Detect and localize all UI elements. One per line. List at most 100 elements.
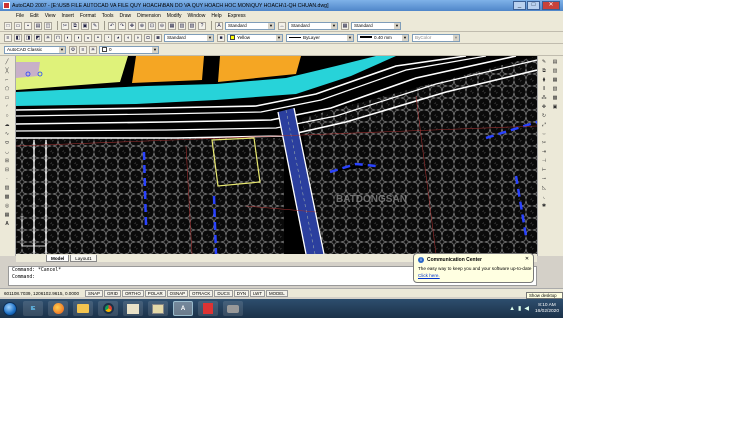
- menu-modify[interactable]: Modify: [167, 13, 182, 19]
- workspace-select[interactable]: AutoCAD Classic ▼: [4, 45, 66, 54]
- taskbar-foxit[interactable]: [198, 301, 218, 316]
- layer-freeze-icon[interactable]: ☀: [44, 33, 52, 42]
- ellipse-tool-icon[interactable]: ⬭: [3, 139, 11, 147]
- layer-vp-icon[interactable]: ◙: [154, 33, 162, 42]
- new-icon[interactable]: □: [4, 21, 12, 30]
- lineweight-select[interactable]: 0.40 mm ▼: [357, 33, 409, 42]
- stretch-tool-icon[interactable]: ⇔: [540, 130, 548, 138]
- properties-icon[interactable]: ▦: [168, 21, 176, 30]
- layer-sun-icon[interactable]: ☀: [89, 45, 97, 54]
- dim-style-select[interactable]: Standard ▼: [288, 21, 338, 30]
- plotstyle-select[interactable]: ByColor ▼: [412, 33, 460, 42]
- minimize-button[interactable]: _: [513, 1, 526, 10]
- make-block-icon[interactable]: ⊟: [3, 166, 11, 174]
- polar-toggle[interactable]: POLAR: [144, 289, 166, 297]
- menu-window[interactable]: Window: [188, 13, 206, 19]
- inquiry-icon[interactable]: ▣: [551, 103, 559, 111]
- point-tool-icon[interactable]: ·: [3, 175, 11, 183]
- workspace-settings-icon[interactable]: ⚙: [69, 45, 77, 54]
- layer-manager-icon[interactable]: ≡: [4, 33, 12, 42]
- lwt-toggle[interactable]: LWT: [250, 289, 266, 297]
- circle-tool-icon[interactable]: ○: [3, 112, 11, 120]
- dist-icon[interactable]: ▤: [551, 58, 559, 66]
- layer-lock-icon[interactable]: ⊓: [54, 33, 62, 42]
- rectangle-tool-icon[interactable]: ▭: [3, 94, 11, 102]
- menu-tools[interactable]: Tools: [102, 13, 114, 19]
- clock[interactable]: 8:10 AM 16/02/2020: [535, 303, 559, 315]
- area-icon[interactable]: ▥: [551, 67, 559, 75]
- tab-layout1[interactable]: Layout1: [70, 254, 97, 262]
- color-control-icon[interactable]: ■: [217, 33, 225, 42]
- menu-dimension[interactable]: Dimension: [137, 13, 161, 19]
- start-button[interactable]: [3, 301, 17, 316]
- copy-tool-icon[interactable]: ⧉: [540, 67, 548, 75]
- line-tool-icon[interactable]: ╱: [3, 58, 11, 66]
- open-icon[interactable]: ▭: [14, 21, 22, 30]
- polygon-tool-icon[interactable]: ⬠: [3, 85, 11, 93]
- taskbar-photos[interactable]: [148, 301, 168, 316]
- join-tool-icon[interactable]: ⊸: [540, 175, 548, 183]
- region-tool-icon[interactable]: ◎: [3, 202, 11, 210]
- list-icon[interactable]: ▦: [551, 76, 559, 84]
- text-style-icon[interactable]: A: [215, 21, 223, 30]
- close-button[interactable]: ✕: [542, 1, 560, 10]
- taskbar-ie[interactable]: IE: [23, 301, 43, 316]
- trim-tool-icon[interactable]: ✂: [540, 139, 548, 147]
- layer-match-icon[interactable]: ◒: [84, 33, 92, 42]
- maximize-button[interactable]: □: [527, 1, 540, 10]
- ortho-toggle[interactable]: ORTHO: [121, 289, 144, 297]
- ellipse-arc-icon[interactable]: ◡: [3, 148, 11, 156]
- layer-delete-icon[interactable]: ◕: [114, 33, 122, 42]
- extend-tool-icon[interactable]: ⇥: [540, 148, 548, 156]
- menu-edit[interactable]: Edit: [30, 13, 39, 19]
- array-tool-icon[interactable]: ⁂: [540, 94, 548, 102]
- menu-draw[interactable]: Draw: [119, 13, 131, 19]
- tab-model[interactable]: Model: [46, 254, 70, 262]
- color-select[interactable]: Yellow ▼: [227, 33, 283, 42]
- balloon-close-icon[interactable]: ✕: [524, 256, 530, 262]
- arc-tool-icon[interactable]: ◜: [3, 103, 11, 111]
- chamfer-tool-icon[interactable]: ◺: [540, 184, 548, 192]
- layer-merge-icon[interactable]: ◔: [104, 33, 112, 42]
- layer-select[interactable]: 0 ▼: [99, 45, 159, 54]
- id-point-icon[interactable]: ▧: [551, 85, 559, 93]
- volume-icon[interactable]: ◀: [524, 305, 529, 312]
- zoom-window-icon[interactable]: ⊡: [148, 21, 156, 30]
- taskbar-firefox[interactable]: [48, 301, 68, 316]
- break-point-icon[interactable]: ⊣: [540, 157, 548, 165]
- style-select[interactable]: Standard ▼: [164, 33, 214, 42]
- autocad-app-icon[interactable]: [3, 2, 10, 9]
- otrack-toggle[interactable]: OTRACK: [189, 289, 214, 297]
- undo-icon[interactable]: ↶: [108, 21, 116, 30]
- layer-change-icon[interactable]: ◗: [134, 33, 142, 42]
- layer-translate-icon[interactable]: ◘: [144, 33, 152, 42]
- linetype-select[interactable]: ByLayer ▼: [286, 33, 354, 42]
- match-properties-icon[interactable]: ✎: [91, 21, 99, 30]
- erase-tool-icon[interactable]: ✎: [540, 58, 548, 66]
- taskbar-drive[interactable]: [223, 301, 243, 316]
- ducs-toggle[interactable]: DUCS: [214, 289, 233, 297]
- fillet-tool-icon[interactable]: ◟: [540, 193, 548, 201]
- pan-icon[interactable]: ✥: [128, 21, 136, 30]
- taskbar-autocad[interactable]: A: [173, 301, 193, 316]
- menu-insert[interactable]: Insert: [61, 13, 74, 19]
- layer-state-icon[interactable]: ◩: [34, 33, 42, 42]
- construction-line-icon[interactable]: ╳: [3, 67, 11, 75]
- mirror-tool-icon[interactable]: ⧫: [540, 76, 548, 84]
- tool-palettes-icon[interactable]: ▧: [188, 21, 196, 30]
- grid-toggle[interactable]: GRID: [104, 289, 121, 297]
- drawing-canvas[interactable]: BATDONGSAN: [16, 56, 537, 254]
- cut-icon[interactable]: ✂: [61, 21, 69, 30]
- dyn-toggle[interactable]: DYN: [233, 289, 250, 297]
- region-mass-icon[interactable]: ▩: [551, 94, 559, 102]
- taskbar-media[interactable]: [123, 301, 143, 316]
- redo-icon[interactable]: ↷: [118, 21, 126, 30]
- design-center-icon[interactable]: ▥: [178, 21, 186, 30]
- layer-copy-icon[interactable]: ◖: [124, 33, 132, 42]
- menu-help[interactable]: Help: [211, 13, 221, 19]
- insert-block-icon[interactable]: ⊞: [3, 157, 11, 165]
- model-toggle[interactable]: MODEL: [266, 289, 288, 297]
- paste-icon[interactable]: ▣: [81, 21, 89, 30]
- snap-toggle[interactable]: SNAP: [85, 289, 103, 297]
- preview-icon[interactable]: ◫: [44, 21, 52, 30]
